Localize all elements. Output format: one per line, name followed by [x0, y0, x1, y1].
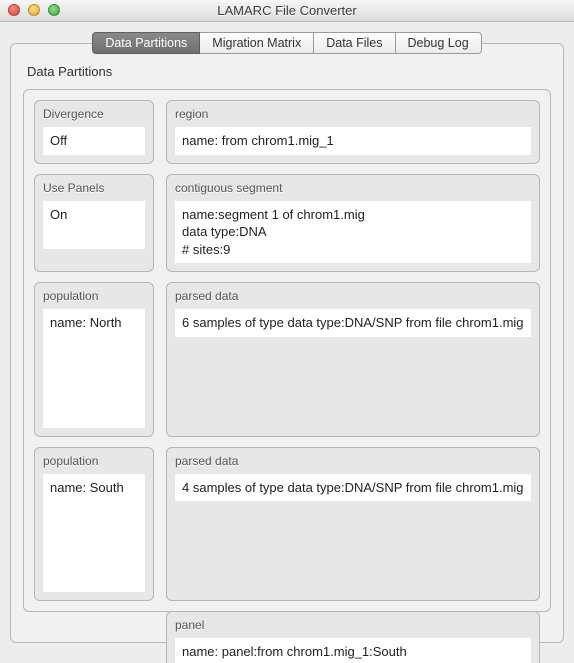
content-area: Data Partitions Migration Matrix Data Fi… — [0, 22, 574, 653]
partitions-box: Divergence Off region name: from chrom1.… — [23, 89, 551, 612]
pane-title: Data Partitions — [27, 64, 551, 79]
tab-label: Debug Log — [408, 36, 469, 50]
window-controls — [8, 4, 60, 16]
panel-label: panel — [175, 618, 531, 632]
parsed-data-group-north: parsed data 6 samples of type data type:… — [166, 282, 540, 437]
segment-group: contiguous segment name:segment 1 of chr… — [166, 174, 540, 273]
population-label: population — [43, 454, 145, 468]
population-field[interactable]: name: North — [43, 309, 145, 428]
zoom-icon[interactable] — [48, 4, 60, 16]
parsed-data-label: parsed data — [175, 289, 531, 303]
use-panels-field[interactable]: On — [43, 201, 145, 249]
population-group-south: population name: South — [34, 447, 154, 602]
close-icon[interactable] — [8, 4, 20, 16]
population-field[interactable]: name: South — [43, 474, 145, 593]
use-panels-group: Use Panels On — [34, 174, 154, 273]
population-label: population — [43, 289, 145, 303]
panel-group-south: panel name: panel:from chrom1.mig_1:Sout… — [166, 611, 540, 663]
region-field[interactable]: name: from chrom1.mig_1 — [175, 127, 531, 155]
panel-field[interactable]: name: panel:from chrom1.mig_1:South memb… — [175, 638, 531, 663]
window-title: LAMARC File Converter — [217, 3, 356, 18]
region-label: region — [175, 107, 531, 121]
tab-label: Data Partitions — [105, 36, 187, 50]
tab-pane: Data Partitions Divergence Off region na… — [10, 43, 564, 643]
segment-field[interactable]: name:segment 1 of chrom1.mig data type:D… — [175, 201, 531, 264]
titlebar: LAMARC File Converter — [0, 0, 574, 22]
divergence-field[interactable]: Off — [43, 127, 145, 155]
tab-debug-log[interactable]: Debug Log — [396, 32, 482, 54]
tab-data-files[interactable]: Data Files — [314, 32, 395, 54]
divergence-label: Divergence — [43, 107, 145, 121]
minimize-icon[interactable] — [28, 4, 40, 16]
parsed-data-label: parsed data — [175, 454, 531, 468]
tab-data-partitions[interactable]: Data Partitions — [92, 32, 200, 54]
segment-label: contiguous segment — [175, 181, 531, 195]
tab-bar: Data Partitions Migration Matrix Data Fi… — [10, 32, 564, 54]
parsed-data-field[interactable]: 6 samples of type data type:DNA/SNP from… — [175, 309, 531, 337]
population-group-north: population name: North — [34, 282, 154, 437]
parsed-data-field[interactable]: 4 samples of type data type:DNA/SNP from… — [175, 474, 531, 502]
region-group: region name: from chrom1.mig_1 — [166, 100, 540, 164]
parsed-data-group-south: parsed data 4 samples of type data type:… — [166, 447, 540, 602]
use-panels-label: Use Panels — [43, 181, 145, 195]
tab-label: Data Files — [326, 36, 382, 50]
tab-label: Migration Matrix — [212, 36, 301, 50]
divergence-group: Divergence Off — [34, 100, 154, 164]
tab-migration-matrix[interactable]: Migration Matrix — [200, 32, 314, 54]
